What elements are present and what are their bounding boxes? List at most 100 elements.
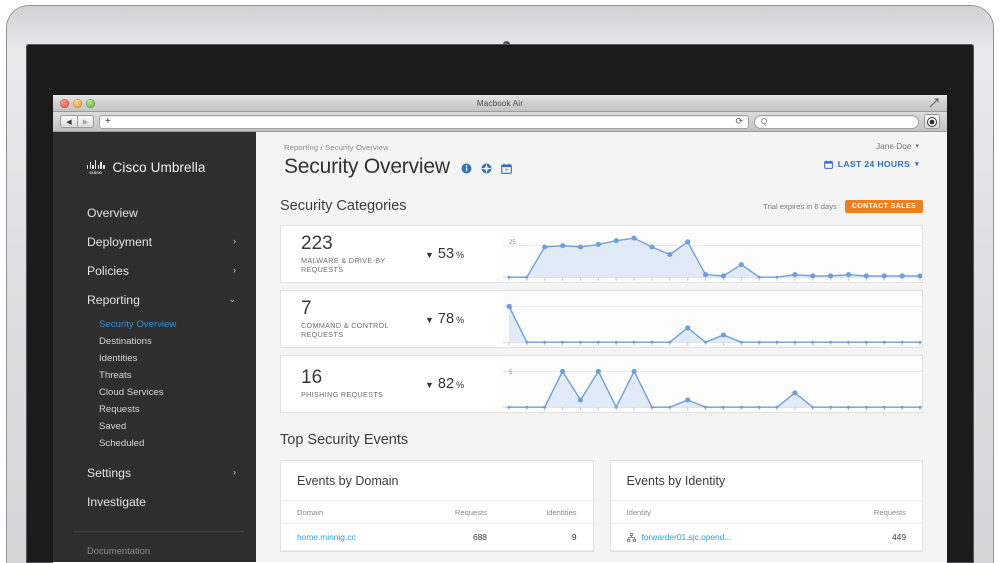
category-card-command-control[interactable]: 7 COMMAND & CONTROL REQUESTS ▼ 78 % 5: [280, 290, 923, 348]
stat-label: PHISHING REQUESTS: [301, 390, 384, 400]
brand-name: Cisco Umbrella: [112, 159, 206, 175]
chevron-right-icon: ›: [233, 236, 236, 246]
sidebar-item-label: Deployment: [87, 234, 153, 249]
sidebar-item-documentation[interactable]: Documentation: [53, 541, 256, 560]
column-header-identity[interactable]: Identity: [610, 500, 823, 524]
sidebar-item-security-overview[interactable]: Security Overview: [53, 316, 256, 333]
sidebar-subitem-label: Destinations: [99, 336, 152, 347]
search-input[interactable]: Q: [754, 114, 919, 129]
sidebar-item-settings[interactable]: Settings ›: [53, 458, 256, 487]
sidebar-item-requests[interactable]: Requests: [53, 401, 256, 418]
main-content: Reporting / Security Overview Security O…: [256, 132, 947, 562]
cell-requests: 688: [411, 523, 503, 551]
sidebar-item-destinations[interactable]: Destinations: [53, 333, 256, 350]
sparkline-chart-malware[interactable]: 25: [503, 226, 922, 282]
stat-delta-value: 78: [437, 311, 455, 327]
chevron-down-icon: ▾: [915, 160, 919, 168]
forward-button[interactable]: ▶: [77, 115, 94, 128]
app-root: cisco Cisco Umbrella Overview Deployment: [53, 132, 947, 562]
stat-delta-value: 53: [437, 246, 455, 262]
trial-banner: Trial expires in 6 days CONTACT SALES: [763, 199, 923, 213]
y-axis-max-label: 5: [509, 305, 513, 311]
arrow-down-icon: ▼: [425, 315, 434, 325]
calendar-icon[interactable]: [500, 163, 512, 174]
address-bar[interactable]: + ⟳: [99, 114, 749, 129]
cell-domain: home.minnig.cc: [281, 523, 412, 551]
section-header: Security Categories Trial expires in 6 d…: [280, 193, 923, 219]
user-name: Jane Doe: [875, 141, 912, 151]
sidebar-item-investigate[interactable]: Investigate: [53, 487, 256, 516]
screen: Macbook Air ◀ ▶ + ⟳ Q cisco Cisco Umbrel…: [53, 95, 947, 563]
contact-sales-button[interactable]: CONTACT SALES: [844, 199, 923, 213]
browser-titlebar: Macbook Air: [53, 95, 947, 112]
sparkline-chart-command-control[interactable]: 5: [503, 291, 922, 347]
card-stats: 7 COMMAND & CONTROL REQUESTS ▼ 78 %: [281, 291, 503, 347]
identity-link[interactable]: forwarder01.sjc.opend...: [642, 532, 732, 542]
sidebar: cisco Cisco Umbrella Overview Deployment: [53, 132, 256, 562]
back-button[interactable]: ◀: [60, 115, 77, 128]
sidebar-item-threats[interactable]: Threats: [53, 367, 256, 384]
sidebar-nav: Overview Deployment › Policies › Reporti…: [53, 198, 256, 516]
header-icon-group: [461, 163, 512, 174]
card-stats: 223 MALWARE & DRIVE-BY REQUESTS ▼ 53 %: [281, 226, 503, 282]
window-title: Macbook Air: [476, 98, 524, 108]
chart-svg-1: [503, 303, 922, 346]
sidebar-item-deployment[interactable]: Deployment ›: [53, 227, 256, 256]
panel-title: Events by Domain: [297, 474, 399, 488]
table-header-row: Identity Requests: [610, 500, 922, 524]
date-range-picker[interactable]: LAST 24 HOURS ▾: [823, 159, 919, 169]
trial-text: Trial expires in 6 days: [763, 201, 837, 211]
sidebar-item-scheduled[interactable]: Scheduled: [53, 435, 256, 452]
minimize-button[interactable]: [73, 99, 82, 108]
table-row[interactable]: home.minnig.cc 688 9: [281, 523, 593, 551]
info-icon[interactable]: [461, 163, 472, 174]
crosshair-icon[interactable]: [481, 163, 492, 174]
page-title: Security Overview: [284, 155, 450, 178]
category-card-phishing[interactable]: 16 PHISHING REQUESTS ▼ 82 % 5: [280, 355, 923, 413]
page-header: Reporting / Security Overview Security O…: [256, 132, 947, 179]
network-icon: [626, 532, 636, 542]
stat-value: 16: [301, 367, 323, 389]
column-header-domain[interactable]: Domain: [281, 500, 412, 524]
cell-identity: forwarder01.sjc.opend...: [610, 523, 823, 551]
sidebar-item-label: Reporting: [87, 292, 140, 307]
sidebar-item-cloud-services[interactable]: Cloud Services: [53, 384, 256, 401]
nav-buttons[interactable]: ◀ ▶: [60, 115, 94, 128]
sidebar-item-saved[interactable]: Saved: [53, 418, 256, 435]
column-header-requests[interactable]: Requests: [411, 500, 503, 524]
new-tab-icon[interactable]: +: [105, 116, 111, 127]
sidebar-item-overview[interactable]: Overview: [53, 198, 256, 227]
sparkline-chart-phishing[interactable]: 5: [503, 356, 922, 412]
domain-link[interactable]: home.minnig.cc: [297, 532, 356, 542]
user-menu[interactable]: Jane Doe ▾: [876, 141, 919, 151]
table-row[interactable]: forwarder01.sjc.opend... 449: [610, 523, 922, 551]
sidebar-item-identities[interactable]: Identities: [53, 350, 256, 367]
sidebar-subitem-label: Saved: [99, 421, 127, 432]
section-title: Top Security Events: [280, 432, 409, 448]
sidebar-subitem-label: Scheduled: [99, 438, 145, 449]
cell-identities: 9: [502, 523, 593, 551]
window-traffic-lights[interactable]: [60, 99, 95, 108]
stat-delta: ▼ 53 %: [425, 246, 464, 262]
stat-delta: ▼ 78 %: [425, 311, 464, 327]
column-header-requests[interactable]: Requests: [822, 500, 922, 524]
fullscreen-icon[interactable]: [929, 98, 939, 108]
sidebar-subitem-label: Identities: [99, 353, 138, 364]
sidebar-item-reporting[interactable]: Reporting ⌄: [53, 285, 256, 314]
downloads-button[interactable]: [924, 114, 940, 129]
sidebar-item-policies[interactable]: Policies ›: [53, 256, 256, 285]
stat-block: 223 MALWARE & DRIVE-BY REQUESTS: [301, 233, 425, 274]
column-header-identities[interactable]: Identities: [502, 500, 593, 524]
reload-icon[interactable]: ⟳: [735, 116, 743, 127]
chart-svg-0: [503, 235, 922, 281]
stat-delta-unit: %: [456, 250, 465, 260]
zoom-button[interactable]: [86, 99, 95, 108]
date-range-label: LAST 24 HOURS: [837, 159, 911, 169]
category-cards: 223 MALWARE & DRIVE-BY REQUESTS ▼ 53 % 2…: [280, 225, 923, 413]
sidebar-footer-nav: Documentation Support Setup Guide: [53, 541, 256, 563]
calendar-icon: [823, 160, 833, 169]
brand[interactable]: cisco Cisco Umbrella: [53, 154, 256, 180]
category-card-malware[interactable]: 223 MALWARE & DRIVE-BY REQUESTS ▼ 53 % 2…: [280, 225, 923, 283]
close-button[interactable]: [60, 99, 69, 108]
cisco-wordmark: cisco: [89, 169, 103, 175]
